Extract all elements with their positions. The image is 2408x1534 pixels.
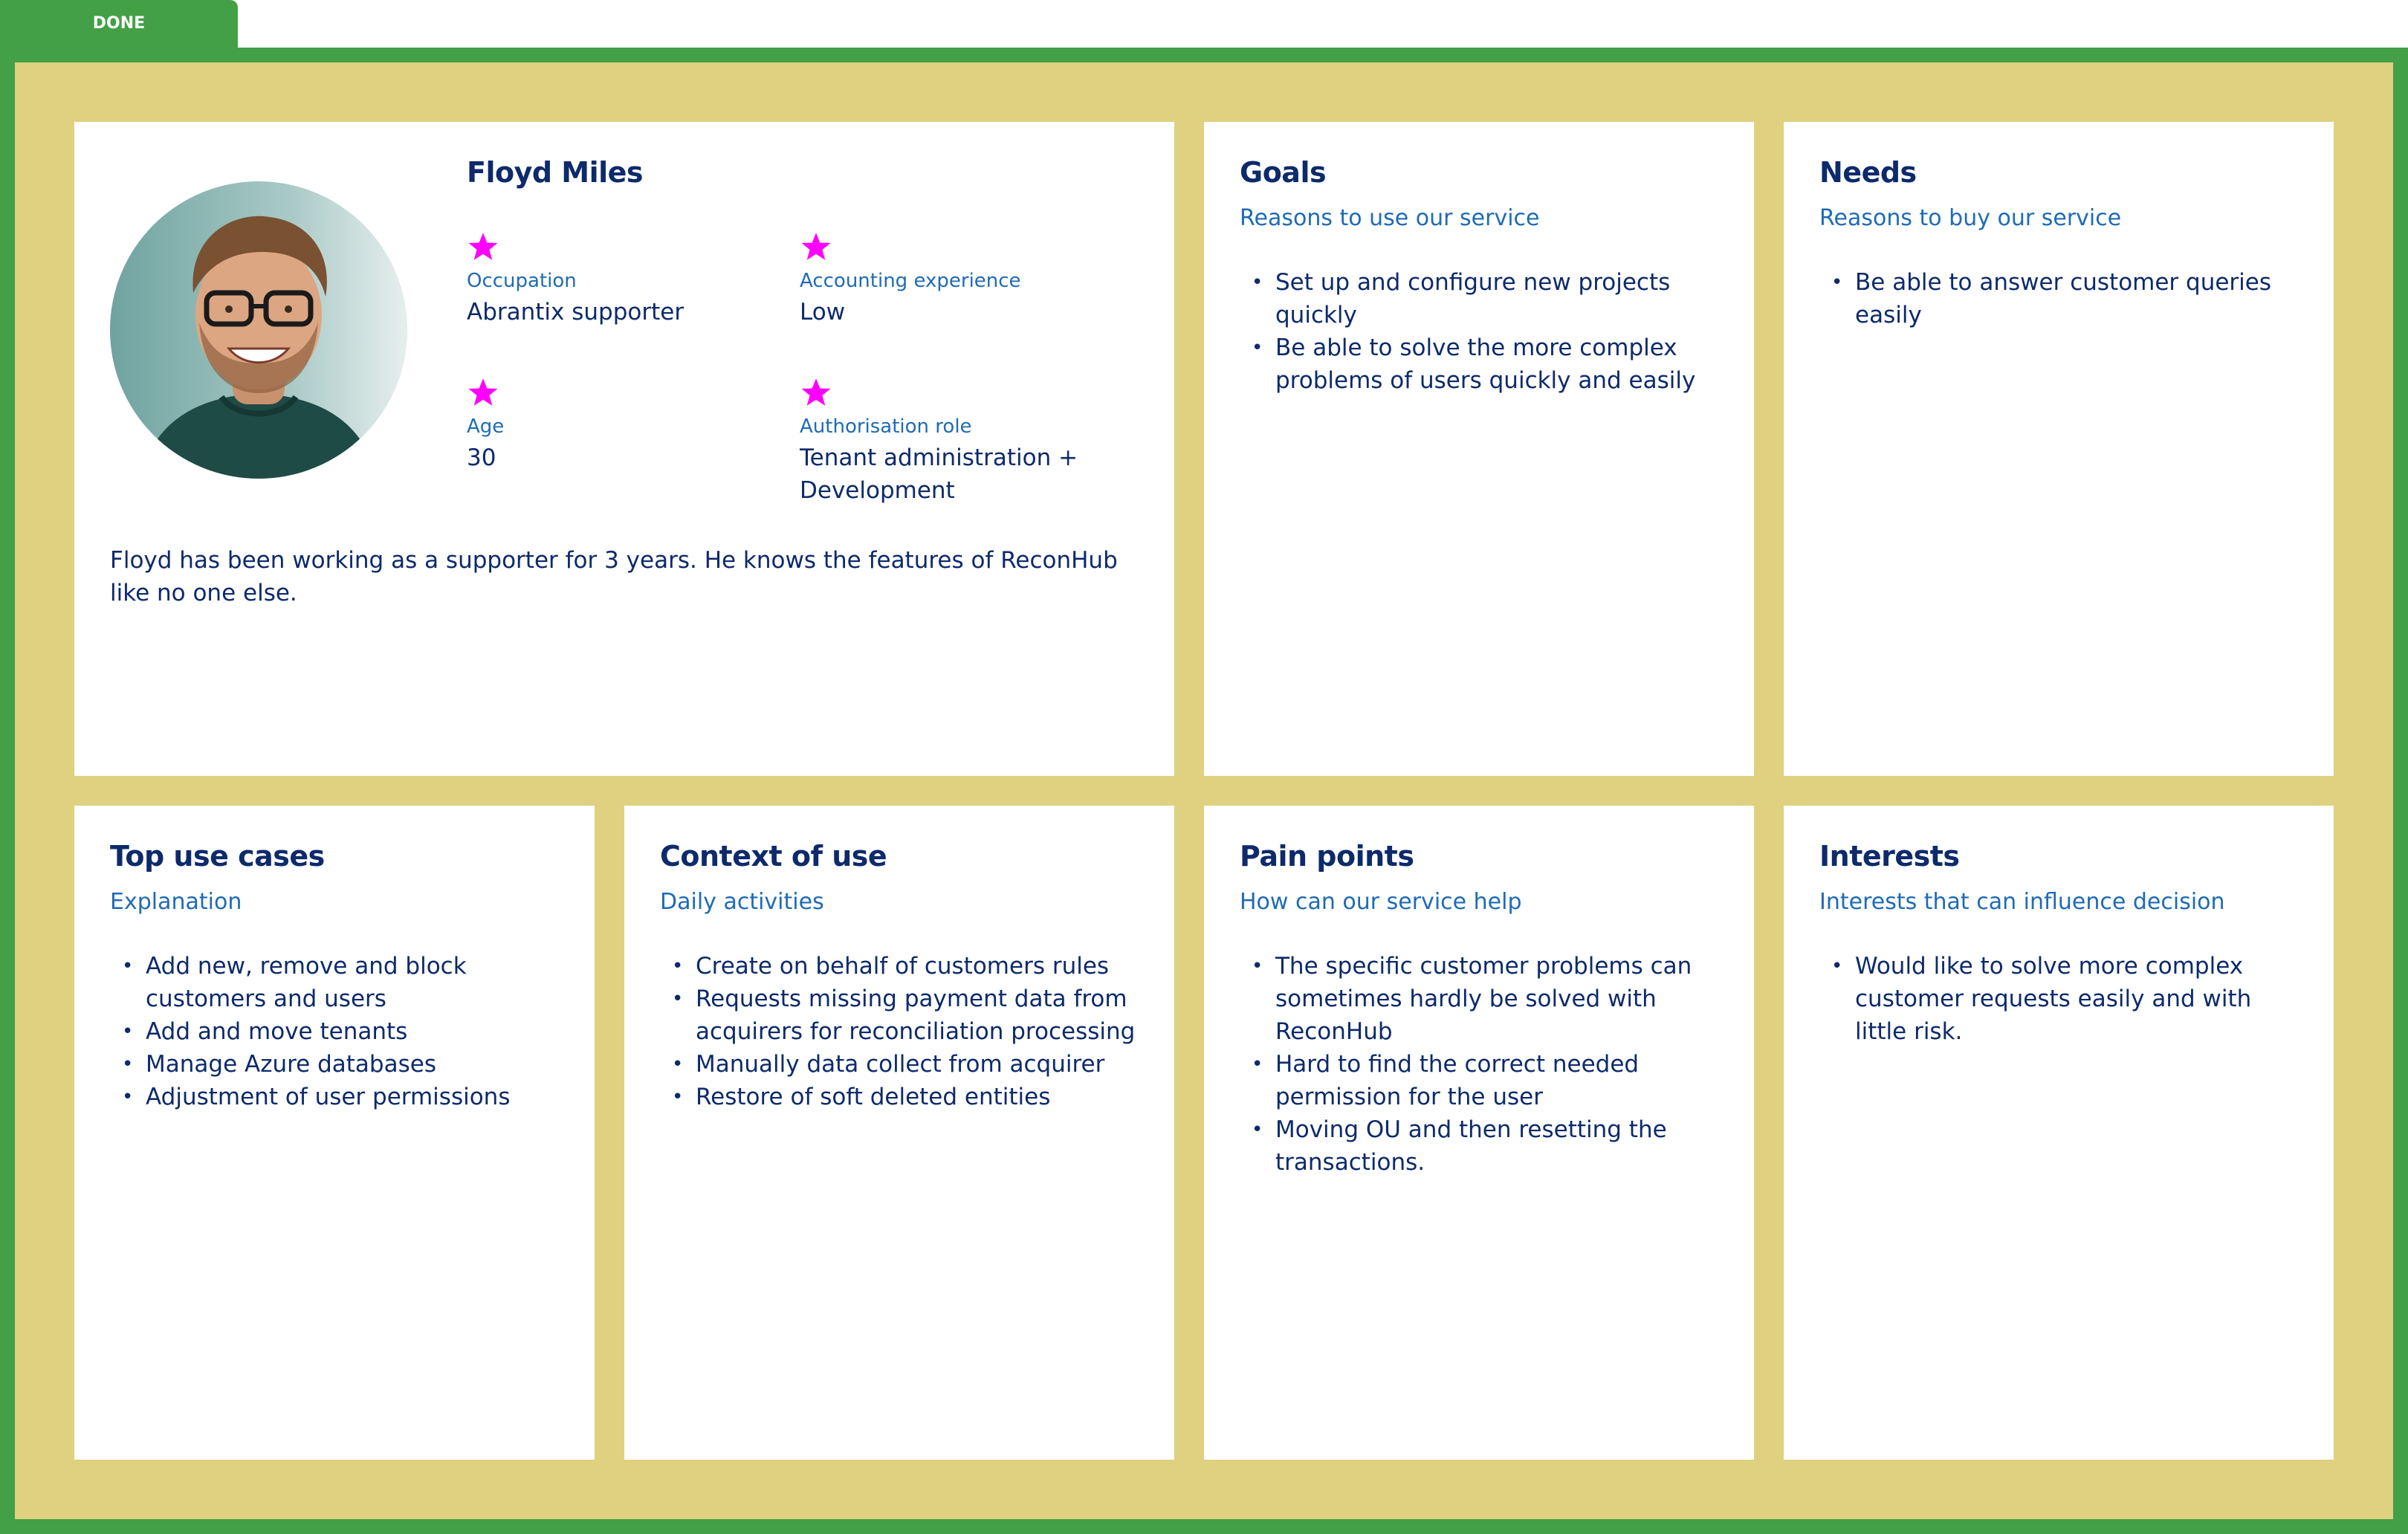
attribute-label: Authorisation role [800,415,972,438]
attribute-value: Low [800,299,846,326]
avatar-photo [110,181,407,479]
status-tab-done[interactable]: DONE [0,0,238,49]
card-title: Top use cases [110,840,325,873]
list-item: Moving OU and then resetting the transac… [1240,1113,1718,1179]
list-item: Set up and configure new projects quickl… [1240,266,1718,331]
list-item: Manually data collect from acquirer [660,1048,1139,1081]
card-subtitle: Reasons to use our service [1240,205,1540,231]
use-cases-list: Add new, remove and block customers and … [110,950,559,1113]
list-item: Be able to solve the more complex proble… [1240,331,1718,397]
goals-card: Goals Reasons to use our service Set up … [1204,122,1754,776]
goals-list: Set up and configure new projects quickl… [1240,266,1718,397]
list-item: Requests missing payment data from acqui… [660,983,1139,1048]
list-item: Create on behalf of customers rules [660,950,1139,983]
list-item: The specific customer problems can somet… [1240,950,1718,1048]
card-title: Context of use [660,840,887,873]
list-item: Add and move tenants [110,1015,559,1048]
star-icon [801,378,831,406]
list-item: Hard to find the correct needed permissi… [1240,1048,1718,1113]
persona-card: Floyd Miles Occupation Abrantix supporte… [74,122,1174,776]
attribute-value: Tenant administration + Development [800,444,1078,504]
attribute-label: Age [467,415,505,438]
card-title: Needs [1819,156,1917,189]
context-list: Create on behalf of customers rules Requ… [660,950,1139,1113]
card-subtitle: Daily activities [660,889,824,915]
pain-points-list: The specific customer problems can somet… [1240,950,1718,1179]
attribute-value: Abrantix supporter [467,299,684,326]
persona-board: Floyd Miles Occupation Abrantix supporte… [15,62,2393,1519]
list-item: Restore of soft deleted entities [660,1081,1139,1113]
top-use-cases-card: Top use cases Explanation Add new, remov… [74,806,595,1460]
list-item: Manage Azure databases [110,1048,559,1081]
card-subtitle: Interests that can influence decision [1819,889,2225,915]
list-item: Would like to solve more complex custome… [1819,950,2298,1048]
persona-attribute-authorisation-role: Authorisation role Tenant administration… [800,376,1082,507]
card-subtitle: Explanation [110,889,242,915]
card-title: Goals [1240,156,1327,189]
attribute-value: 30 [467,444,496,471]
card-title: Interests [1819,840,1960,873]
interests-card: Interests Interests that can influence d… [1784,806,2334,1460]
star-icon [801,233,831,260]
card-subtitle: How can our service help [1240,889,1522,915]
card-subtitle: Reasons to buy our service [1819,205,2122,231]
context-of-use-card: Context of use Daily activities Create o… [624,806,1174,1460]
star-icon [468,233,498,260]
persona-description: Floyd has been working as a supporter fo… [110,547,1118,606]
persona-attribute-age: Age 30 [467,376,779,474]
needs-card: Needs Reasons to buy our service Be able… [1784,122,2334,776]
avatar [110,181,407,479]
attribute-label: Accounting experience [800,270,1021,292]
attribute-label: Occupation [467,270,577,292]
persona-attribute-occupation: Occupation Abrantix supporter [467,230,779,329]
pain-points-card: Pain points How can our service help The… [1204,806,1754,1460]
list-item: Adjustment of user permissions [110,1081,559,1113]
needs-list: Be able to answer customer queries easil… [1819,266,2298,331]
list-item: Add new, remove and block customers and … [110,950,559,1015]
persona-name: Floyd Miles [467,156,644,189]
persona-attribute-accounting-experience: Accounting experience Low [800,230,1112,329]
list-item: Be able to answer customer queries easil… [1819,266,2298,331]
card-title: Pain points [1240,840,1414,873]
interests-list: Would like to solve more complex custome… [1819,950,2298,1048]
star-icon [468,378,498,406]
